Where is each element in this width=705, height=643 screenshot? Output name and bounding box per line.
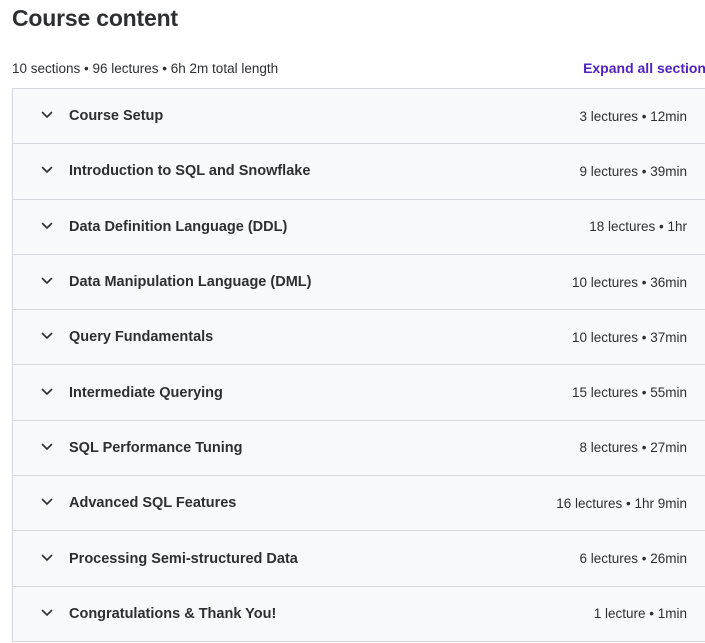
section-title: Congratulations & Thank You! — [69, 605, 277, 622]
section-data-manipulation-language[interactable]: Data Manipulation Language (DML) 10 lect… — [13, 254, 705, 311]
course-summary-row: 10 sections • 96 lectures • 6h 2m total … — [12, 58, 705, 78]
section-congratulations-thank-you[interactable]: Congratulations & Thank You! 1 lecture •… — [13, 586, 705, 642]
chevron-down-icon — [40, 606, 54, 620]
page-title: Course content — [12, 5, 178, 31]
section-processing-semi-structured-data[interactable]: Processing Semi-structured Data 6 lectur… — [13, 531, 705, 587]
section-meta: 1 lecture • 1min — [593, 606, 687, 622]
section-meta: 10 lectures • 37min — [571, 329, 687, 345]
section-meta: 16 lectures • 1hr 9min — [556, 495, 687, 511]
course-summary-text: 10 sections • 96 lectures • 6h 2m total … — [12, 60, 279, 76]
section-course-setup[interactable]: Course Setup 3 lectures • 12min — [13, 89, 705, 145]
section-title: Data Definition Language (DDL) — [69, 218, 288, 235]
section-title: Introduction to SQL and Snowflake — [69, 163, 311, 180]
chevron-down-icon — [40, 495, 54, 509]
section-meta: 9 lectures • 39min — [579, 163, 687, 179]
chevron-down-icon — [40, 219, 54, 233]
chevron-down-icon — [40, 274, 54, 288]
section-meta: 3 lectures • 12min — [579, 108, 687, 124]
section-meta: 8 lectures • 27min — [579, 440, 687, 456]
section-title: Query Fundamentals — [69, 329, 214, 346]
section-query-fundamentals[interactable]: Query Fundamentals 10 lectures • 37min — [13, 310, 705, 366]
section-introduction-to-sql-and-snowflake[interactable]: Introduction to SQL and Snowflake 9 lect… — [13, 144, 705, 200]
section-sql-performance-tuning[interactable]: SQL Performance Tuning 8 lectures • 27mi… — [13, 420, 705, 477]
section-advanced-sql-features[interactable]: Advanced SQL Features 16 lectures • 1hr … — [13, 476, 705, 532]
section-meta: 18 lectures • 1hr — [589, 219, 687, 235]
section-meta: 10 lectures • 36min — [571, 274, 687, 290]
section-title: Data Manipulation Language (DML) — [69, 274, 312, 291]
chevron-down-icon — [40, 163, 54, 177]
section-meta: 15 lectures • 55min — [571, 385, 687, 401]
course-sections-list: Course Setup 3 lectures • 12min Introduc… — [12, 88, 705, 642]
section-title: Processing Semi-structured Data — [69, 550, 298, 567]
chevron-down-icon — [40, 108, 54, 122]
chevron-down-icon — [40, 385, 54, 399]
chevron-down-icon — [40, 440, 54, 454]
section-title: SQL Performance Tuning — [69, 439, 243, 456]
section-title: Advanced SQL Features — [69, 495, 237, 512]
section-title: Course Setup — [69, 108, 164, 125]
section-title: Intermediate Querying — [69, 384, 223, 401]
chevron-down-icon — [40, 551, 54, 565]
section-intermediate-querying[interactable]: Intermediate Querying 15 lectures • 55mi… — [13, 365, 705, 421]
section-data-definition-language[interactable]: Data Definition Language (DDL) 18 lectur… — [13, 199, 705, 255]
chevron-down-icon — [40, 329, 54, 343]
expand-all-sections-button[interactable]: Expand all section — [583, 60, 705, 76]
section-meta: 6 lectures • 26min — [579, 551, 687, 567]
